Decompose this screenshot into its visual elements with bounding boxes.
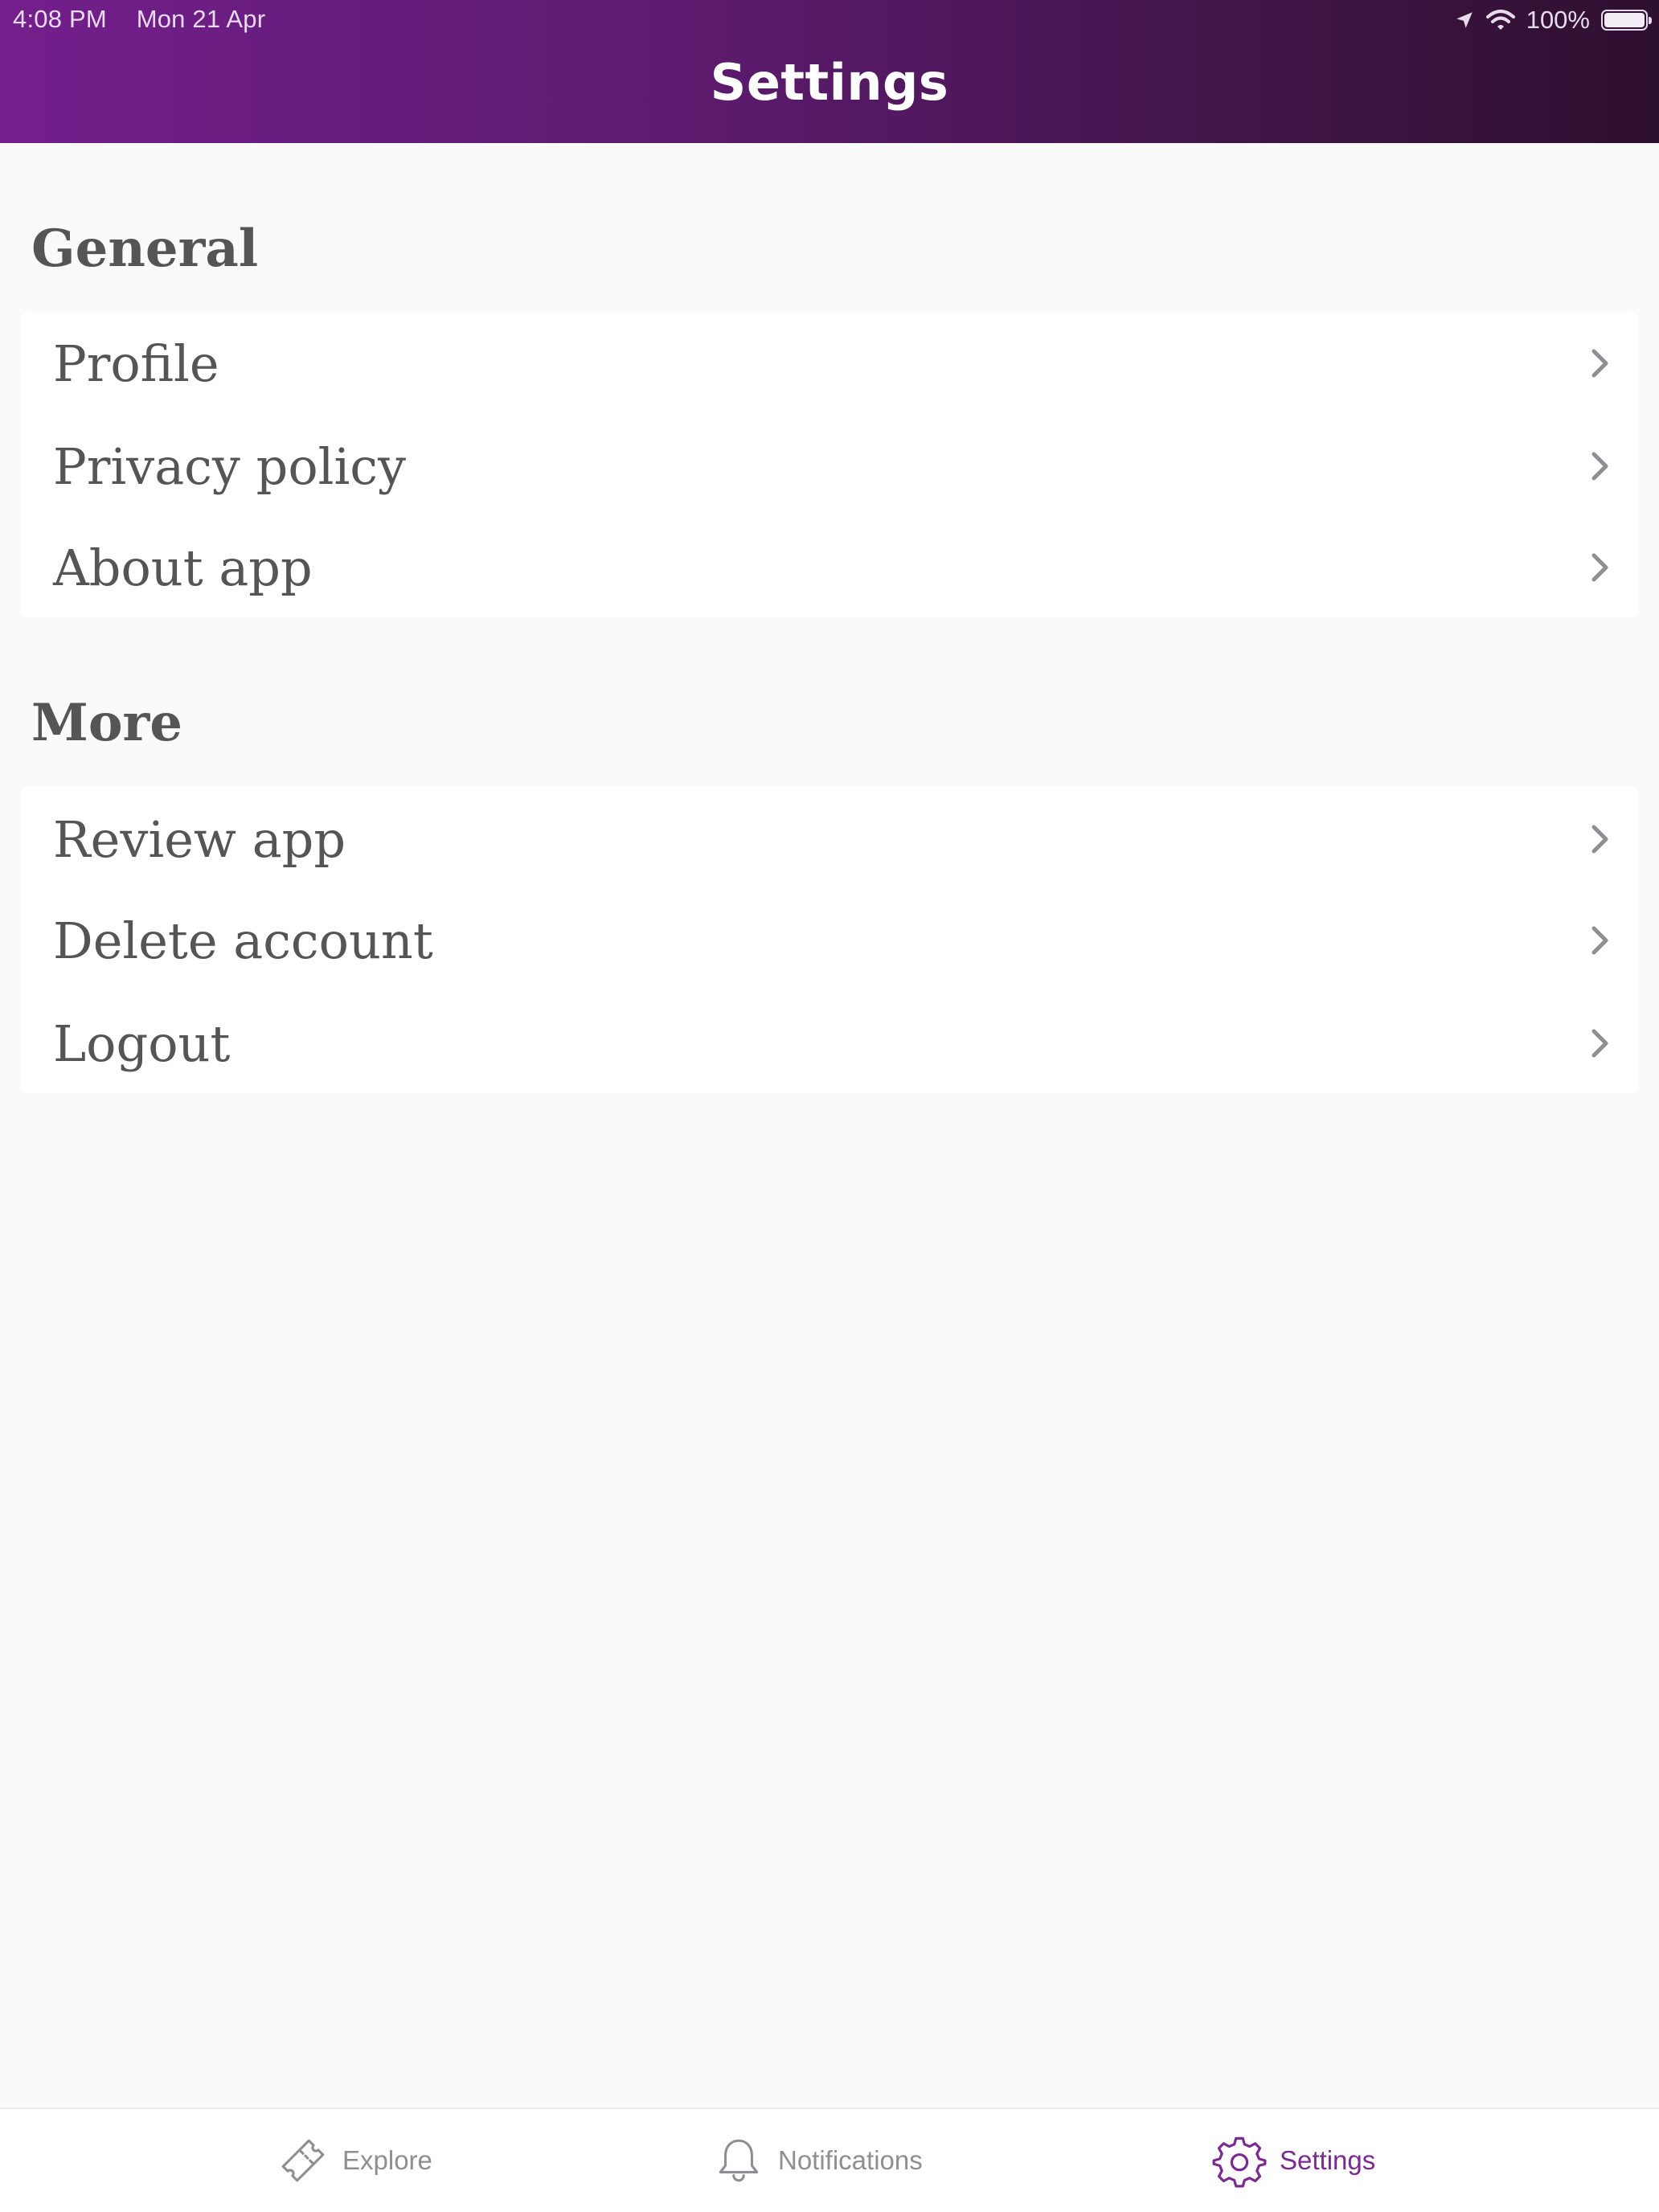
status-bar-indicators: 100% <box>1454 3 1652 37</box>
chevron-right-icon <box>1591 452 1608 481</box>
bell-icon <box>719 2139 759 2182</box>
location-icon <box>1454 10 1475 31</box>
chevron-right-icon <box>1591 349 1608 378</box>
status-bar-time: 4:08 PM Mon 21 Apr <box>13 5 265 34</box>
page-title: Settings <box>710 53 949 112</box>
tab-notifications[interactable]: Notifications <box>712 2109 923 2212</box>
tab-settings[interactable]: Settings <box>1212 2109 1375 2212</box>
tab-label: Settings <box>1280 2145 1376 2175</box>
settings-row-review-app[interactable]: Review app <box>21 788 1638 891</box>
tab-label: Notifications <box>778 2145 923 2175</box>
settings-row-profile[interactable]: Profile <box>21 312 1638 415</box>
settings-row-logout[interactable]: Logout <box>21 992 1638 1095</box>
chevron-right-icon <box>1591 926 1608 955</box>
row-label: Privacy policy <box>53 436 407 496</box>
gear-icon <box>1212 2136 1267 2188</box>
general-settings-group: Profile Privacy policy About app <box>21 312 1638 617</box>
row-label: Profile <box>53 334 219 393</box>
navigation-header: 4:08 PM Mon 21 Apr 100% Settings <box>0 0 1659 143</box>
settings-row-about-app[interactable]: About app <box>21 516 1638 619</box>
battery-percent: 100% <box>1526 6 1590 34</box>
status-time-text: 4:08 PM <box>13 5 107 33</box>
battery-icon <box>1601 10 1652 31</box>
row-label: About app <box>53 538 313 597</box>
chevron-right-icon <box>1591 1029 1608 1058</box>
section-title-more: More <box>31 693 182 753</box>
ticket-icon <box>281 2139 325 2182</box>
settings-row-delete-account[interactable]: Delete account <box>21 889 1638 992</box>
row-label: Review app <box>53 809 346 869</box>
row-label: Logout <box>53 1014 231 1073</box>
settings-row-privacy-policy[interactable]: Privacy policy <box>21 415 1638 518</box>
chevron-right-icon <box>1591 825 1608 854</box>
section-title-general: General <box>31 219 259 279</box>
more-settings-group: Review app Delete account Logout <box>21 786 1638 1093</box>
tab-label: Explore <box>342 2145 432 2175</box>
tab-explore[interactable]: Explore <box>276 2109 432 2212</box>
row-label: Delete account <box>53 911 433 970</box>
tab-bar: Explore Notifications Settings <box>0 2108 1659 2212</box>
status-date-text: Mon 21 Apr <box>136 5 266 33</box>
wifi-icon <box>1485 9 1515 31</box>
chevron-right-icon <box>1591 553 1608 582</box>
